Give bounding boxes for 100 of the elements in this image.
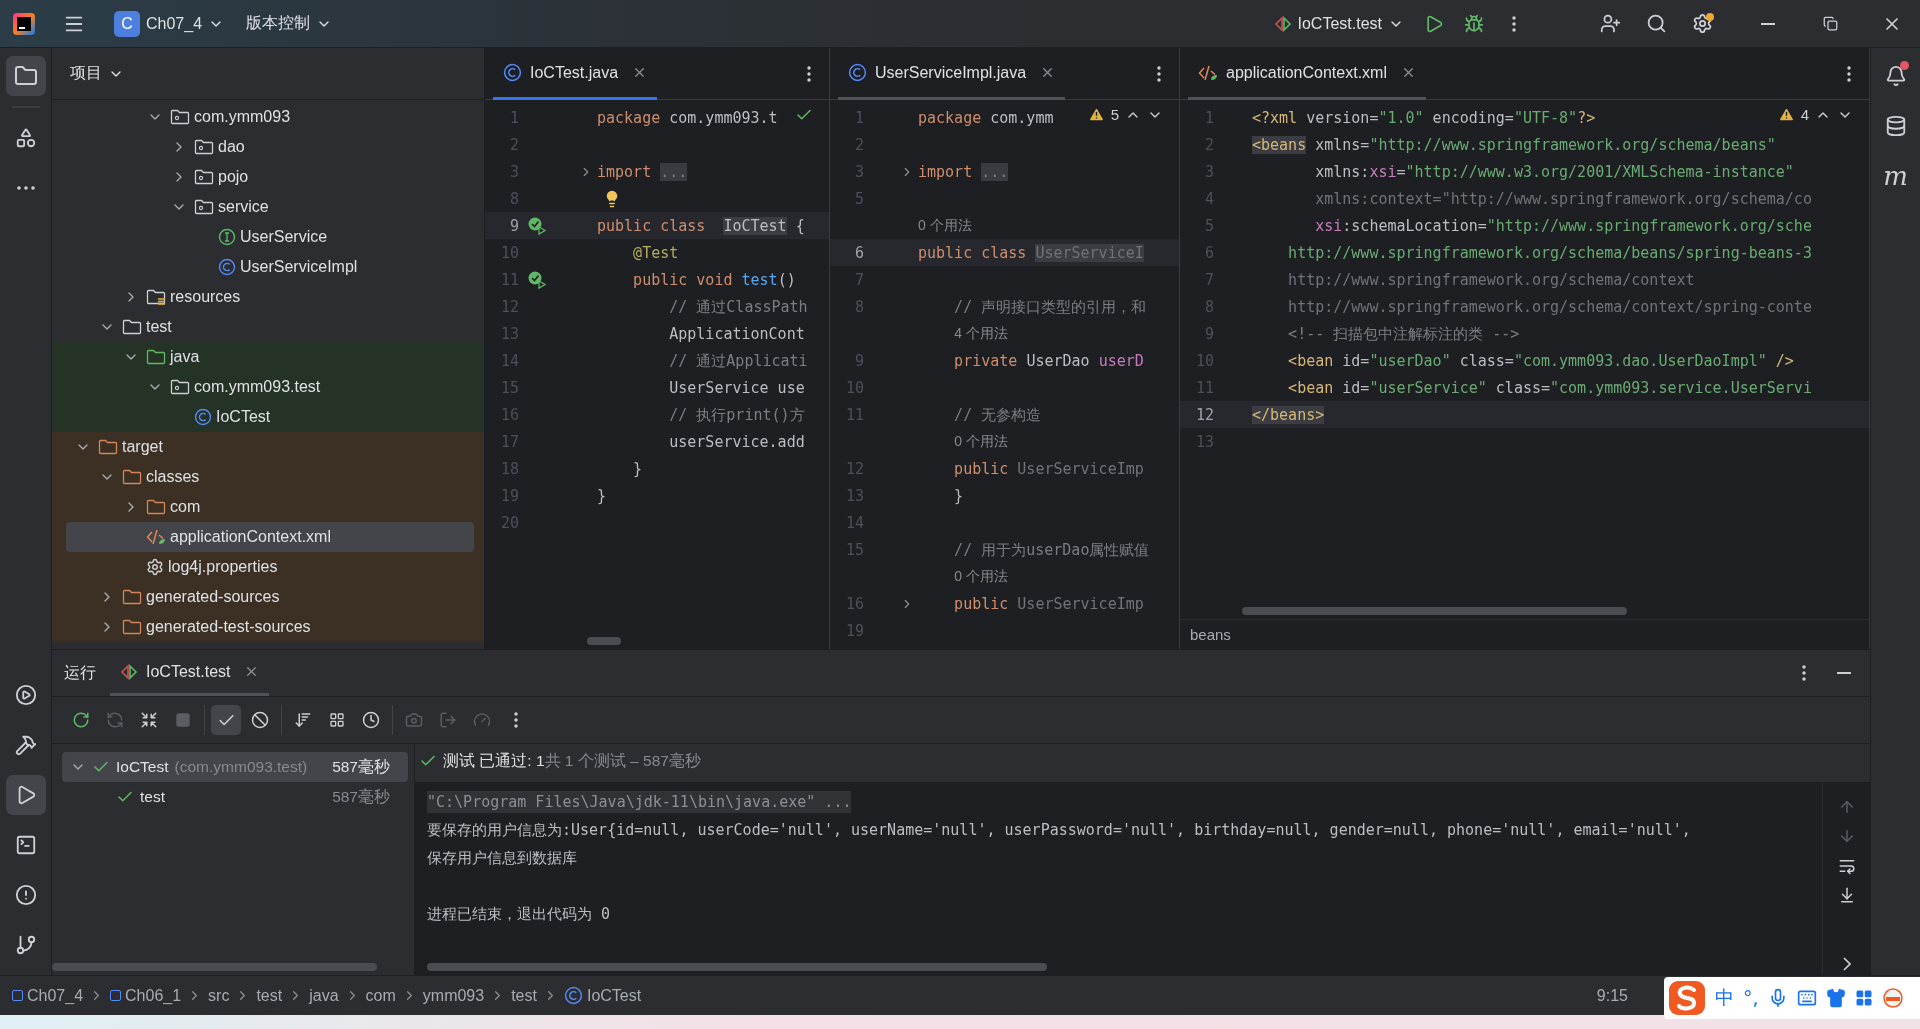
code-line: // 用于为userDao属性赋值 (953, 539, 1150, 561)
console-output[interactable] (415, 782, 1822, 975)
tree-item[interactable]: dao (52, 132, 484, 162)
editor-tab[interactable]: IoCTest.java (493, 48, 658, 100)
usage-hint[interactable]: 4 个用法 (918, 324, 1008, 343)
code-line: xmlns:xsi="http://www.w3.org/2001/XMLSchema-instance" (1314, 161, 1794, 183)
class-icon (848, 63, 867, 82)
clock-icon (362, 711, 380, 729)
tree-item[interactable]: resources (52, 282, 484, 312)
tree-item[interactable]: pojo (52, 162, 484, 192)
breadcrumb-item[interactable]: Ch07_4 (12, 986, 84, 1005)
show-passed-button[interactable] (211, 705, 241, 735)
warning-icon[interactable] (1777, 106, 1795, 123)
code-line: public void test() (632, 269, 796, 291)
run-test-icon[interactable] (526, 215, 547, 236)
mascot-icon[interactable] (1881, 987, 1904, 1009)
camera-icon (405, 711, 423, 729)
test-summary: 共 1 个测试 – 587毫秒 (544, 750, 701, 771)
test-config-icon (1273, 15, 1292, 32)
test-name: IoCTest (116, 758, 169, 776)
class-icon (563, 986, 583, 1005)
refresh-icon (106, 711, 124, 729)
tree-item[interactable]: UserServiceImpl (52, 252, 484, 282)
project-tool-button[interactable] (5, 56, 46, 96)
run-config-selector[interactable]: IoCTest.test (1265, 6, 1412, 41)
tree-item[interactable]: generated-sources (52, 582, 484, 612)
branch-icon (14, 934, 37, 956)
run-tool-button[interactable] (5, 775, 46, 815)
arrows-icon (140, 711, 158, 729)
tree-item[interactable]: generated-test-sources (52, 612, 484, 642)
scrollbar-thumb[interactable] (587, 637, 621, 645)
keyboard-icon[interactable] (1796, 988, 1817, 1008)
code-line: // 声明接口类型的引用，和 (953, 296, 1147, 318)
tree-item[interactable]: com.ymm093.test (52, 372, 484, 402)
breadcrumb-item[interactable]: src (208, 986, 230, 1005)
editor-tab[interactable]: UserServiceImpl.java (838, 48, 1066, 100)
tree-item[interactable]: log4j.properties (52, 552, 484, 582)
test-status: 测试 已通过: 1 (443, 750, 545, 771)
usage-hint[interactable]: 0 个用法 (918, 432, 1008, 451)
scrollbar-thumb[interactable] (1242, 607, 1627, 615)
punctuation-mode[interactable]: °, (1743, 987, 1759, 1009)
code-line: private UserDao userD (953, 350, 1144, 372)
code-line: // 无参构造 (953, 404, 1042, 426)
tree-item[interactable]: target (52, 432, 484, 462)
console-command[interactable]: "C:\Program Files\Java\jdk-11\bin\java.exe" ... (427, 791, 852, 813)
code-line: <bean id="userService" class="com.ymm093.service.UserServi (1287, 377, 1812, 399)
vcs-menu[interactable]: 版本控制 (238, 6, 341, 41)
tree-item[interactable]: applicationContext.xml (52, 522, 484, 552)
input-method-logo-icon[interactable] (1668, 979, 1706, 1017)
usage-hint[interactable]: 0 个用法 (918, 567, 1008, 586)
code-line: http://www.springframework.org/schema/beans/spring-beans-3 (1287, 242, 1812, 264)
play-icon (1424, 13, 1444, 34)
code-line: } (632, 458, 643, 480)
more-icon (1802, 665, 1806, 681)
breadcrumb-item[interactable]: java (309, 986, 339, 1005)
test-tree-item[interactable]: test 587毫秒 (52, 782, 414, 812)
scrollbar-thumb[interactable] (52, 963, 377, 971)
package-icon (170, 108, 190, 126)
export-icon (439, 711, 457, 729)
code-line: public UserServiceImp (953, 458, 1144, 480)
project-selector[interactable]: C Ch07_4 (106, 6, 233, 41)
run-tab[interactable]: IoCTest.test (110, 650, 270, 696)
tree-item[interactable]: java (52, 342, 484, 372)
code-line: <!-- 扫描包中注解标注的类 --> (1287, 323, 1520, 345)
tree-item[interactable]: test (52, 312, 484, 342)
project-view-selector[interactable]: 项目 (62, 56, 132, 91)
test-name: test (140, 788, 165, 806)
editor-tab[interactable]: applicationContext.xml (1188, 48, 1426, 100)
tree-item[interactable]: service (52, 192, 484, 222)
tree-item[interactable]: IoCTest (52, 402, 484, 432)
gauge-icon (473, 711, 491, 729)
tree-item[interactable]: com (52, 492, 484, 522)
package-icon (194, 168, 214, 186)
breadcrumb-item[interactable]: test (511, 986, 537, 1005)
more-icon (1847, 65, 1851, 82)
tree-item[interactable]: com.ymm093 (52, 102, 484, 132)
tree-item[interactable]: classes (52, 462, 484, 492)
maven-button[interactable]: m (1875, 156, 1916, 196)
run-test-icon[interactable] (526, 269, 547, 290)
tree-item[interactable]: UserService (52, 222, 484, 252)
breadcrumb-item[interactable]: ymm093 (422, 986, 485, 1005)
breadcrumb-item[interactable]: test (256, 986, 283, 1005)
input-mode[interactable]: 中 (1715, 985, 1734, 1011)
ban-icon (251, 711, 269, 729)
shirt-icon[interactable] (1825, 988, 1846, 1008)
breadcrumb-item[interactable]: com (365, 986, 396, 1005)
test-tree-item[interactable]: IoCTest (com.ymm093.test) 587毫秒 (52, 752, 414, 782)
breadcrumb-item[interactable]: Ch06_1 (110, 986, 182, 1005)
breadcrumb-item[interactable]: IoCTest (563, 986, 642, 1005)
grid-icon[interactable] (1854, 989, 1873, 1007)
settings-icon (1691, 13, 1713, 34)
code-line: xmlns:context="http://www.springframework.org/schema/co (1314, 188, 1812, 210)
breadcrumb-item[interactable]: beans (1190, 626, 1231, 643)
xml-file-icon (1198, 63, 1218, 82)
more-icon (807, 65, 811, 82)
caret-position[interactable]: 9:15 (1596, 986, 1628, 1005)
scrollbar-thumb[interactable] (427, 963, 1047, 971)
warning-icon[interactable] (1087, 106, 1105, 123)
usage-hint[interactable]: 0 个用法 (918, 216, 972, 235)
code-line: public class IoCTest { (597, 215, 805, 237)
